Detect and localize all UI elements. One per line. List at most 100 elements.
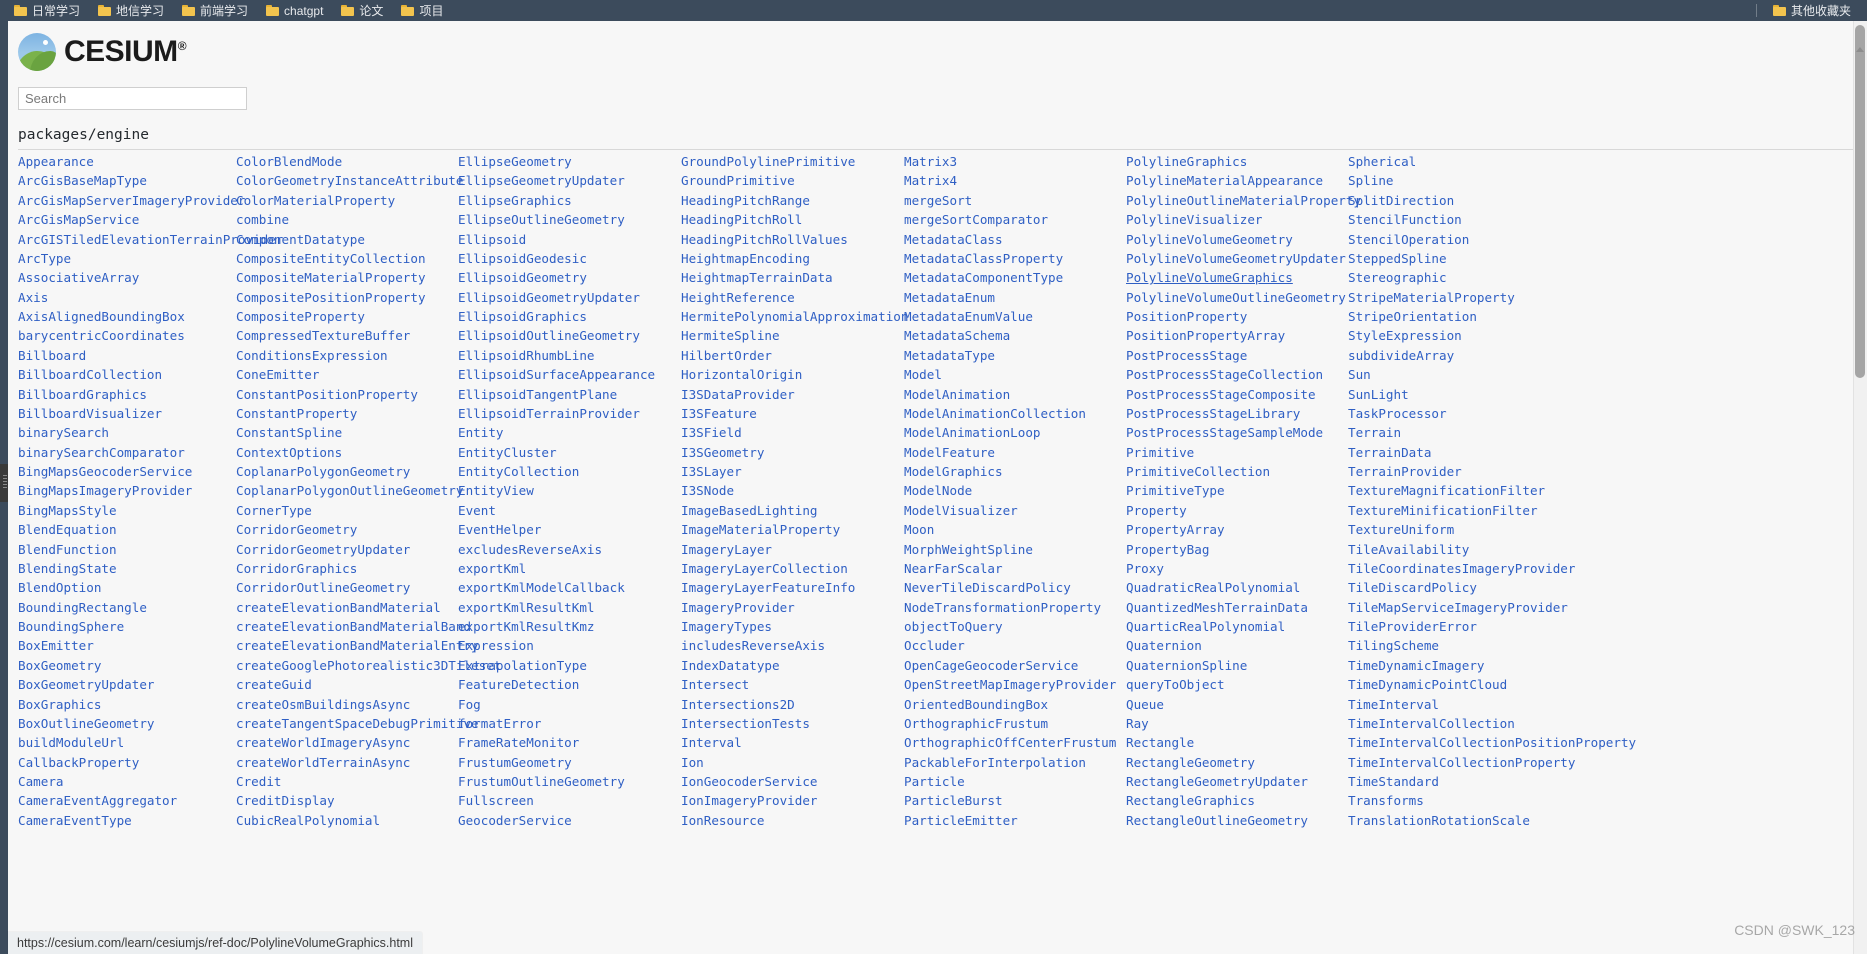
api-link[interactable]: ExtrapolationType <box>458 656 698 675</box>
api-link[interactable]: HermiteSpline <box>681 326 921 345</box>
api-link[interactable]: CoplanarPolygonOutlineGeometry <box>236 481 476 500</box>
api-link[interactable]: createElevationBandMaterialEntry <box>236 636 479 655</box>
api-link[interactable]: BoundingSphere <box>18 617 258 636</box>
api-link[interactable]: BingMapsImageryProvider <box>18 481 258 500</box>
api-link[interactable]: MetadataClass <box>904 230 1144 249</box>
bookmark-folder-2[interactable]: 前端学习 <box>174 4 256 18</box>
api-link[interactable]: ArcGisMapService <box>18 210 258 229</box>
api-link[interactable]: PackableForInterpolation <box>904 753 1144 772</box>
api-link[interactable]: Appearance <box>18 152 258 171</box>
api-link[interactable]: I3SLayer <box>681 462 921 481</box>
api-link[interactable]: NodeTransformationProperty <box>904 598 1144 617</box>
api-link[interactable]: PolylineMaterialAppearance <box>1126 171 1366 190</box>
api-link[interactable]: ConstantPositionProperty <box>236 385 476 404</box>
api-link[interactable]: TextureUniform <box>1348 520 1588 539</box>
api-link[interactable]: ModelGraphics <box>904 462 1144 481</box>
api-link[interactable]: TextureMinificationFilter <box>1348 501 1588 520</box>
api-link[interactable]: MetadataEnumValue <box>904 307 1144 326</box>
api-link[interactable]: ConstantSpline <box>236 423 476 442</box>
api-link[interactable]: ImageryLayer <box>681 540 921 559</box>
api-link[interactable]: CompositePositionProperty <box>236 288 476 307</box>
api-link[interactable]: objectToQuery <box>904 617 1144 636</box>
api-link[interactable]: TileCoordinatesImageryProvider <box>1348 559 1588 578</box>
api-link[interactable]: createElevationBandMaterialBand <box>236 617 476 636</box>
api-link[interactable]: TimeIntervalCollection <box>1348 714 1588 733</box>
api-link[interactable]: QuarticRealPolynomial <box>1126 617 1366 636</box>
api-link[interactable]: formatError <box>458 714 698 733</box>
api-link[interactable]: QuantizedMeshTerrainData <box>1126 598 1366 617</box>
api-link[interactable]: TimeDynamicPointCloud <box>1348 675 1588 694</box>
api-link[interactable]: Particle <box>904 772 1144 791</box>
api-link[interactable]: BoxGeometry <box>18 656 258 675</box>
api-link[interactable]: TaskProcessor <box>1348 404 1588 423</box>
scroll-up-arrow-icon[interactable] <box>1856 47 1864 52</box>
api-link[interactable]: MetadataComponentType <box>904 268 1144 287</box>
api-link[interactable]: ArcGISTiledElevationTerrainProvider <box>18 230 283 249</box>
api-link[interactable]: SplitDirection <box>1348 191 1588 210</box>
api-link[interactable]: ImageMaterialProperty <box>681 520 921 539</box>
api-link[interactable]: createWorldImageryAsync <box>236 733 476 752</box>
api-link[interactable]: CompositeEntityCollection <box>236 249 476 268</box>
bookmark-folder-5[interactable]: 项目 <box>393 4 451 18</box>
api-link[interactable]: ArcGisMapServerImageryProvider <box>18 191 258 210</box>
api-link[interactable]: HeadingPitchRoll <box>681 210 921 229</box>
api-link[interactable]: ModelVisualizer <box>904 501 1144 520</box>
api-link[interactable]: BoxEmitter <box>18 636 258 655</box>
api-link[interactable]: PostProcessStageCollection <box>1126 365 1366 384</box>
api-link[interactable]: MetadataSchema <box>904 326 1144 345</box>
api-link[interactable]: QuaternionSpline <box>1126 656 1366 675</box>
bookmark-other-folder[interactable]: 其他收藏夹 <box>1765 4 1859 18</box>
api-link[interactable]: BillboardVisualizer <box>18 404 258 423</box>
api-link[interactable]: CallbackProperty <box>18 753 258 772</box>
api-link[interactable]: Occluder <box>904 636 1144 655</box>
api-link[interactable]: MetadataType <box>904 346 1144 365</box>
api-link[interactable]: Expression <box>458 636 698 655</box>
api-link[interactable]: BlendFunction <box>18 540 258 559</box>
api-link[interactable]: Terrain <box>1348 423 1588 442</box>
api-link[interactable]: TileProviderError <box>1348 617 1588 636</box>
api-link[interactable]: MetadataEnum <box>904 288 1144 307</box>
api-link[interactable]: CompositeProperty <box>236 307 476 326</box>
api-link[interactable]: ConeEmitter <box>236 365 476 384</box>
api-link[interactable]: ImageryTypes <box>681 617 921 636</box>
api-link[interactable]: binarySearch <box>18 423 258 442</box>
api-link[interactable]: Ellipsoid <box>458 230 698 249</box>
api-link[interactable]: TimeInterval <box>1348 695 1588 714</box>
api-link[interactable]: IonResource <box>681 811 921 830</box>
api-link[interactable]: HermitePolynomialApproximation <box>681 307 921 326</box>
api-link[interactable]: PostProcessStageSampleMode <box>1126 423 1366 442</box>
api-link[interactable]: ColorMaterialProperty <box>236 191 476 210</box>
api-link[interactable]: SunLight <box>1348 385 1588 404</box>
api-link[interactable]: PropertyArray <box>1126 520 1366 539</box>
api-link[interactable]: excludesReverseAxis <box>458 540 698 559</box>
api-link[interactable]: ImageryProvider <box>681 598 921 617</box>
api-link[interactable]: exportKmlResultKmz <box>458 617 698 636</box>
api-link[interactable]: EllipseOutlineGeometry <box>458 210 698 229</box>
api-link[interactable]: Queue <box>1126 695 1366 714</box>
api-link[interactable]: createOsmBuildingsAsync <box>236 695 476 714</box>
api-link[interactable]: TimeDynamicImagery <box>1348 656 1588 675</box>
api-link[interactable]: Fog <box>458 695 698 714</box>
api-link[interactable]: OrientedBoundingBox <box>904 695 1144 714</box>
api-link[interactable]: BingMapsStyle <box>18 501 258 520</box>
api-link[interactable]: CompressedTextureBuffer <box>236 326 476 345</box>
api-link[interactable]: ModelAnimationCollection <box>904 404 1144 423</box>
api-link[interactable]: Spline <box>1348 171 1588 190</box>
api-link[interactable]: TileMapServiceImageryProvider <box>1348 598 1588 617</box>
api-link[interactable]: I3SDataProvider <box>681 385 921 404</box>
api-link[interactable]: TerrainData <box>1348 443 1588 462</box>
api-link[interactable]: TileAvailability <box>1348 540 1588 559</box>
api-link[interactable]: subdivideArray <box>1348 346 1588 365</box>
api-link[interactable]: RectangleGraphics <box>1126 791 1366 810</box>
api-link[interactable]: IonGeocoderService <box>681 772 921 791</box>
api-link[interactable]: EllipsoidSurfaceAppearance <box>458 365 698 384</box>
api-link[interactable]: Primitive <box>1126 443 1366 462</box>
api-link[interactable]: Transforms <box>1348 791 1588 810</box>
api-link[interactable]: ModelAnimationLoop <box>904 423 1144 442</box>
api-link[interactable]: OrthographicFrustum <box>904 714 1144 733</box>
bookmark-folder-1[interactable]: 地信学习 <box>90 4 172 18</box>
api-link[interactable]: StripeOrientation <box>1348 307 1588 326</box>
api-link[interactable]: EllipsoidGeometry <box>458 268 698 287</box>
api-link[interactable]: ModelNode <box>904 481 1144 500</box>
api-link[interactable]: ModelFeature <box>904 443 1144 462</box>
